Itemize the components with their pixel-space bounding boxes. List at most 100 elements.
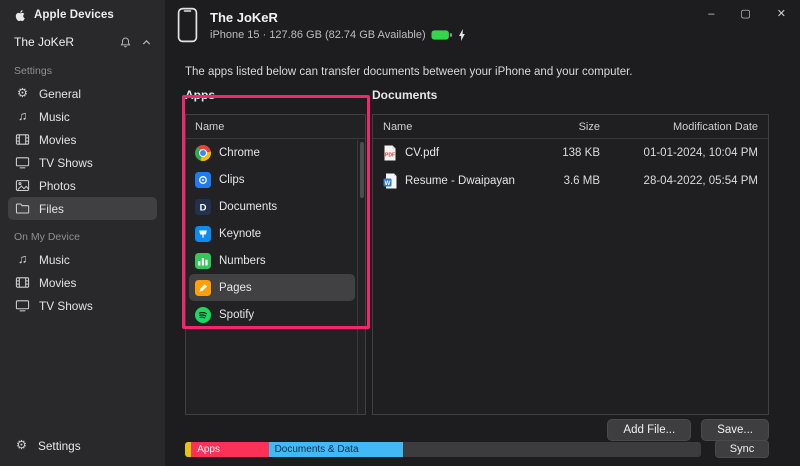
documents-column-header-date[interactable]: Modification Date xyxy=(600,121,758,133)
sidebar-section-settings: Settings xyxy=(0,54,165,82)
sidebar-item-files[interactable]: Files xyxy=(8,197,157,220)
sidebar-item-label: Music xyxy=(39,110,70,124)
sidebar-item-music[interactable]: ♫ Music xyxy=(8,105,157,128)
documents-column-header-size[interactable]: Size xyxy=(516,121,600,133)
storage-segment-apps: Apps xyxy=(191,442,268,457)
device-info: iPhone 15 · 127.86 GB (82.74 GB Availabl… xyxy=(210,29,426,41)
sidebar-titlebar: Apple Devices xyxy=(0,0,165,30)
app-row-documents[interactable]: D Documents xyxy=(189,193,355,220)
apps-scrollbar[interactable] xyxy=(357,140,365,414)
document-name: Resume - Dwaipayan Sengupta.docx xyxy=(405,175,516,187)
app-name: Documents xyxy=(219,201,277,213)
sidebar-item-label: Files xyxy=(39,202,64,216)
keynote-icon xyxy=(195,226,211,242)
documents-table: Name Size Modification Date PDF CV.pdf 1… xyxy=(372,114,769,415)
pdf-file-icon: PDF xyxy=(383,145,397,161)
film-icon xyxy=(15,132,30,147)
tv-icon xyxy=(15,298,30,313)
storage-footer: Apps Documents & Data Sync xyxy=(185,440,769,458)
app-window: Apple Devices The JoKeR Settings ⚙ Gener… xyxy=(0,0,800,466)
app-name: Pages xyxy=(219,282,252,294)
svg-text:D: D xyxy=(200,202,207,213)
sidebar: Apple Devices The JoKeR Settings ⚙ Gener… xyxy=(0,0,165,466)
numbers-icon xyxy=(195,253,211,269)
app-name: Keynote xyxy=(219,228,261,240)
app-row-keynote[interactable]: Keynote xyxy=(189,220,355,247)
device-title: The JoKeR xyxy=(210,10,466,25)
word-file-icon: W xyxy=(383,173,397,189)
add-file-button[interactable]: Add File... xyxy=(607,419,691,441)
music-note-icon: ♫ xyxy=(15,109,30,124)
document-date: 01-01-2024, 10:04 PM xyxy=(600,147,758,159)
documents-column-header-name[interactable]: Name xyxy=(383,121,516,133)
folder-icon xyxy=(15,201,30,216)
sidebar-item-label: TV Shows xyxy=(39,299,93,313)
storage-usage-bar: Apps Documents & Data xyxy=(185,442,701,457)
document-size: 3.6 MB xyxy=(516,175,600,187)
sidebar-item-tv-shows[interactable]: TV Shows xyxy=(8,151,157,174)
sidebar-item-device-tv-shows[interactable]: TV Shows xyxy=(8,294,157,317)
sync-button[interactable]: Sync xyxy=(715,440,769,458)
app-name: Chrome xyxy=(219,147,260,159)
svg-text:PDF: PDF xyxy=(385,153,395,159)
sidebar-item-general[interactable]: ⚙ General xyxy=(8,82,157,105)
device-header: The JoKeR iPhone 15 · 127.86 GB (82.74 G… xyxy=(177,7,466,43)
sidebar-item-device-movies[interactable]: Movies xyxy=(8,271,157,294)
transfer-description: The apps listed below can transfer docum… xyxy=(185,66,632,78)
app-row-pages[interactable]: Pages xyxy=(189,274,355,301)
sidebar-footer-label: Settings xyxy=(38,439,81,453)
gear-icon: ⚙ xyxy=(15,86,30,101)
gear-icon: ⚙ xyxy=(14,438,29,453)
app-row-clips[interactable]: Clips xyxy=(189,166,355,193)
documents-panel-title: Documents xyxy=(372,88,769,104)
app-row-numbers[interactable]: Numbers xyxy=(189,247,355,274)
sidebar-item-label: Photos xyxy=(39,179,76,193)
svg-text:W: W xyxy=(385,181,391,187)
close-button[interactable]: ✕ xyxy=(777,8,786,20)
sidebar-device-name: The JoKeR xyxy=(14,35,111,49)
app-name: Clips xyxy=(219,174,245,186)
sidebar-item-movies[interactable]: Movies xyxy=(8,128,157,151)
pages-icon xyxy=(195,280,211,296)
document-name: CV.pdf xyxy=(405,147,439,159)
apps-table: Name Chrome Clips D Documents xyxy=(185,114,366,415)
app-name: Spotify xyxy=(219,309,254,321)
photos-icon xyxy=(15,178,30,193)
sidebar-item-label: Music xyxy=(39,253,70,267)
music-note-icon: ♫ xyxy=(15,252,30,267)
film-icon xyxy=(15,275,30,290)
sidebar-settings-button[interactable]: ⚙ Settings xyxy=(0,438,165,466)
charging-bolt-icon xyxy=(458,29,466,41)
sidebar-item-label: TV Shows xyxy=(39,156,93,170)
document-row-cv-pdf[interactable]: PDF CV.pdf 138 KB 01-01-2024, 10:04 PM xyxy=(373,139,768,167)
chrome-icon xyxy=(195,145,211,161)
sidebar-item-photos[interactable]: Photos xyxy=(8,174,157,197)
apps-panel-title: Apps xyxy=(185,88,366,104)
sidebar-item-label: General xyxy=(39,87,81,101)
documents-app-icon: D xyxy=(195,199,211,215)
document-actions: Add File... Save... xyxy=(607,419,769,441)
bell-icon[interactable] xyxy=(119,36,132,49)
apps-panel: Apps Name Chrome Clips D Docu xyxy=(185,88,366,415)
maximize-button[interactable]: ▢ xyxy=(740,8,750,20)
main-content: – ▢ ✕ The JoKeR iPhone 15 · 127.86 GB (8… xyxy=(165,0,800,466)
iphone-icon xyxy=(177,7,198,43)
chevron-up-icon[interactable] xyxy=(140,36,153,49)
apple-logo-icon xyxy=(14,8,27,23)
save-button[interactable]: Save... xyxy=(701,419,769,441)
minimize-button[interactable]: – xyxy=(708,8,714,20)
app-row-chrome[interactable]: Chrome xyxy=(189,139,355,166)
sidebar-item-device-music[interactable]: ♫ Music xyxy=(8,248,157,271)
apps-column-header-name[interactable]: Name xyxy=(186,115,365,139)
window-controls: – ▢ ✕ xyxy=(708,8,786,20)
document-row-resume-docx[interactable]: W Resume - Dwaipayan Sengupta.docx 3.6 M… xyxy=(373,167,768,195)
sidebar-device-selector[interactable]: The JoKeR xyxy=(0,30,165,54)
sidebar-section-on-my-device: On My Device xyxy=(0,220,165,248)
battery-icon xyxy=(431,29,453,41)
app-title: Apple Devices xyxy=(34,9,114,21)
documents-panel: Documents Name Size Modification Date PD… xyxy=(372,88,769,415)
sidebar-item-label: Movies xyxy=(39,133,76,147)
clips-icon xyxy=(195,172,211,188)
document-date: 28-04-2022, 05:54 PM xyxy=(600,175,758,187)
app-row-spotify[interactable]: Spotify xyxy=(189,301,355,328)
